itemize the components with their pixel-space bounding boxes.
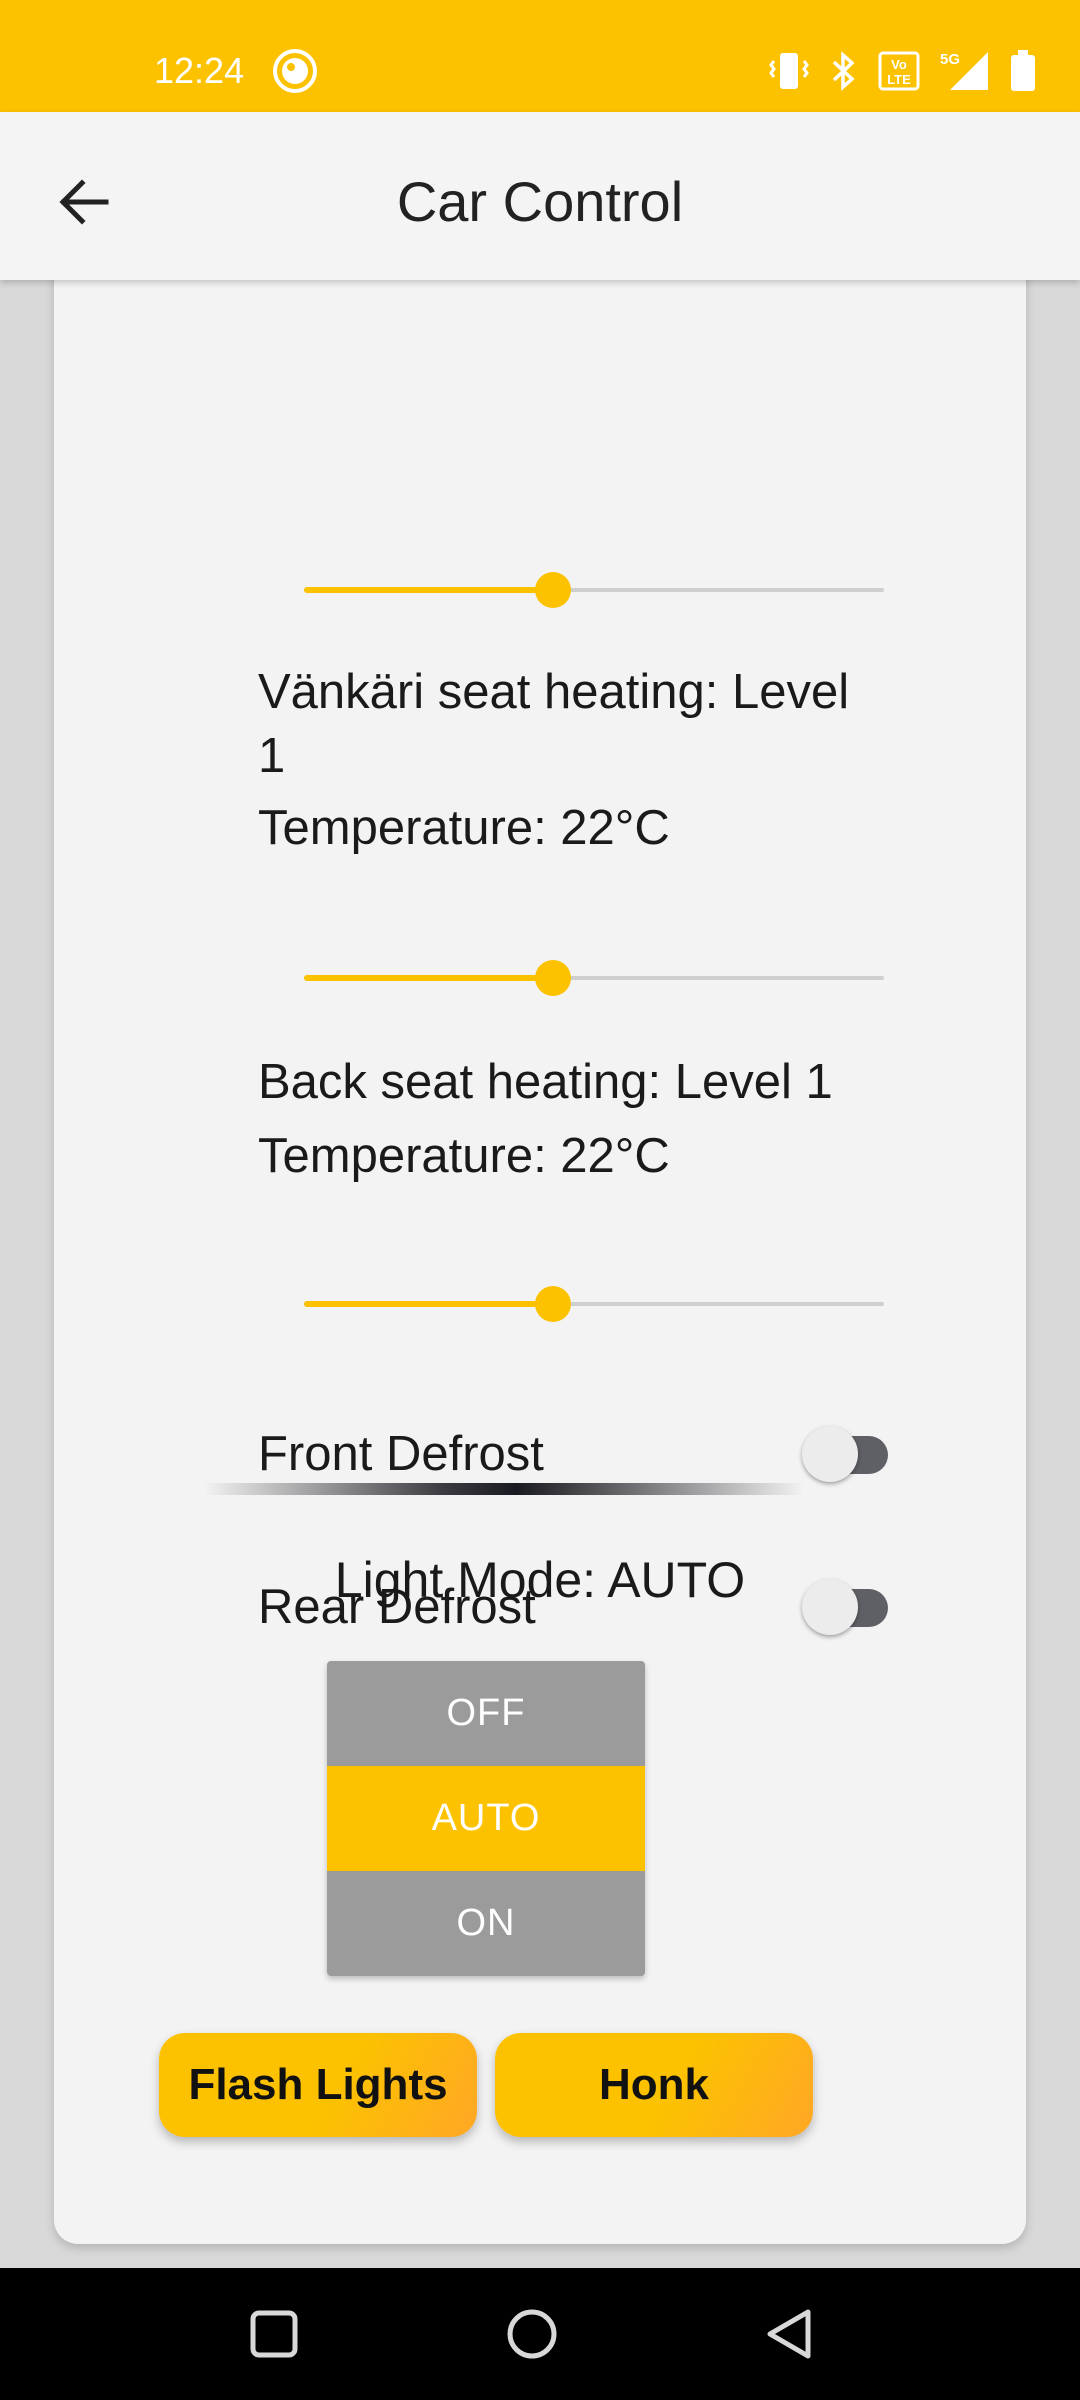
home-button[interactable] [502, 2304, 562, 2364]
light-mode-on-button[interactable]: ON [327, 1871, 645, 1976]
vibrate-icon [768, 51, 810, 91]
slider-thumb[interactable] [535, 572, 572, 608]
back-seat-heating: Back seat heating: Level 1 [258, 1055, 833, 1109]
section-divider [204, 1483, 804, 1495]
slider-thumb[interactable] [535, 960, 572, 996]
light-mode-selector: OFF AUTO ON [327, 1661, 645, 1976]
recents-square-icon [250, 2310, 298, 2358]
front-passenger-heating-line2: 1 [258, 729, 286, 783]
back-triangle-icon [767, 2309, 811, 2359]
front-passenger-heating-line1: Vänkäri seat heating: Level [258, 665, 850, 719]
back-nav-button[interactable] [760, 2304, 820, 2364]
top-seat-heating-slider[interactable] [304, 570, 884, 610]
status-time: 12:24 [154, 50, 245, 91]
recents-button[interactable] [244, 2304, 304, 2364]
light-mode-text: Light Mode: AUTO [334, 1552, 746, 1608]
flash-lights-button[interactable]: Flash Lights [159, 2033, 477, 2137]
front-passenger-temperature: Temperature: 22°C [258, 801, 670, 855]
scroll-content[interactable]: Vänkäri seat heating: Level 1 Temperatur… [0, 280, 1080, 2268]
honk-button[interactable]: Honk [495, 2033, 813, 2137]
app-bar: Car Control [0, 112, 1080, 280]
front-defrost-label: Front Defrost [258, 1427, 544, 1481]
slider-fill [304, 587, 554, 593]
light-mode-off-button[interactable]: OFF [327, 1661, 645, 1766]
battery-icon [1010, 50, 1036, 92]
light-mode-auto-button[interactable]: AUTO [327, 1766, 645, 1871]
volte-icon: Vo LTE [878, 51, 920, 91]
back-seat-info: Back seat heating: Level 1 Temperature: … [258, 1050, 938, 1188]
face-icon [272, 48, 318, 94]
slider-fill [304, 1301, 554, 1307]
front-passenger-seat-info: Vänkäri seat heating: Level 1 Temperatur… [258, 660, 938, 860]
front-passenger-heating-slider[interactable] [304, 958, 884, 998]
back-seat-temperature: Temperature: 22°C [258, 1129, 670, 1183]
svg-text:LTE: LTE [887, 72, 911, 87]
back-seat-heating-slider[interactable] [304, 1284, 884, 1324]
light-mode-label: Light Mode: AUTO [0, 1548, 1080, 1612]
status-bar: 12:24 Vo LTE 5G [0, 0, 1080, 112]
slider-fill [304, 975, 554, 981]
signal-icon: 5G [940, 50, 990, 92]
network-type-label: 5G [940, 51, 960, 68]
toggle-knob [802, 1426, 858, 1482]
front-defrost-toggle[interactable] [800, 1424, 896, 1484]
front-defrost-row: Front Defrost [258, 1414, 898, 1494]
slider-thumb[interactable] [535, 1286, 572, 1322]
system-nav-bar [0, 2268, 1080, 2400]
page-title: Car Control [396, 170, 684, 233]
status-icons: Vo LTE 5G [768, 48, 1036, 94]
home-circle-icon [507, 2309, 557, 2359]
svg-text:Vo: Vo [891, 57, 907, 72]
bluetooth-icon [830, 51, 858, 91]
